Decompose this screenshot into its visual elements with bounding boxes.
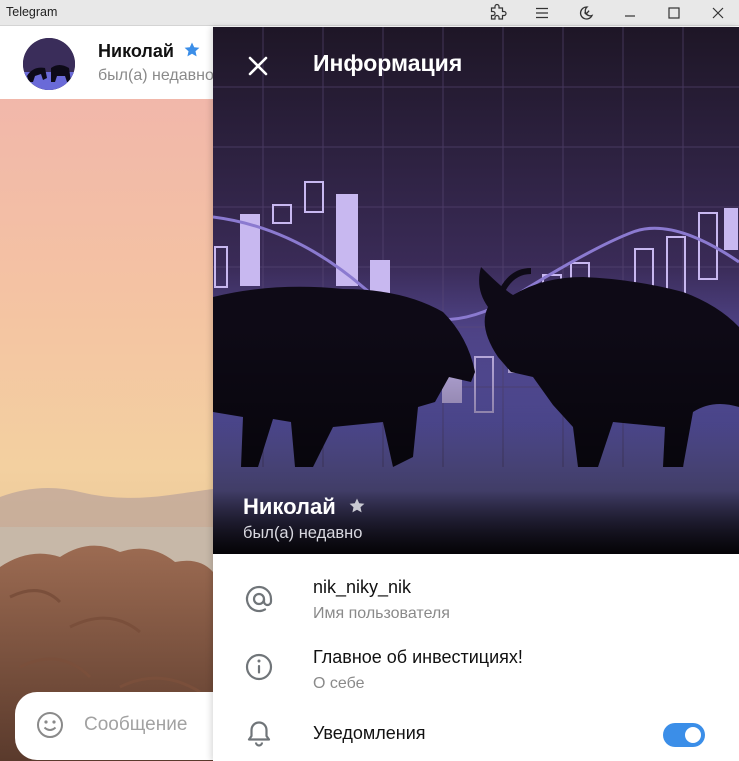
- message-input[interactable]: Сообщение: [84, 714, 187, 736]
- message-composer[interactable]: Сообщение: [15, 692, 213, 760]
- info-icon: [243, 651, 275, 683]
- notifications-label: Уведомления: [313, 723, 426, 743]
- close-window-icon[interactable]: [700, 0, 736, 26]
- username-value: nik_niky_nik: [313, 577, 412, 597]
- profile-cover: Информация Николай был(а) недавно: [213, 27, 739, 554]
- at-sign-icon: [243, 583, 275, 615]
- maximize-icon[interactable]: [656, 0, 692, 26]
- premium-star-icon: [183, 41, 201, 64]
- window-title: Telegram: [6, 5, 58, 19]
- username-row[interactable]: nik_niky_nik Имя пользователя: [213, 567, 739, 637]
- close-icon[interactable]: [243, 51, 273, 81]
- minimize-icon[interactable]: [612, 0, 648, 26]
- toggle-knob: [683, 725, 703, 745]
- chat-header[interactable]: Николай был(а) недавно: [0, 27, 213, 99]
- panel-title: Информация: [313, 50, 463, 76]
- window-titlebar: Telegram: [0, 0, 739, 26]
- chat-pane: Николай был(а) недавно Сообщение: [0, 27, 213, 761]
- chat-wallpaper: [0, 27, 213, 761]
- avatar[interactable]: [23, 38, 75, 90]
- bio-label: О себе: [313, 675, 365, 692]
- puzzle-icon[interactable]: [480, 0, 516, 26]
- menu-icon[interactable]: [524, 0, 560, 26]
- bio-row[interactable]: Главное об инвестициях! О себе: [213, 637, 739, 707]
- contact-status: был(а) недавно: [98, 67, 213, 84]
- bio-value: Главное об инвестициях!: [313, 647, 523, 667]
- premium-star-icon: [348, 495, 366, 521]
- emoji-icon[interactable]: [36, 711, 64, 744]
- notifications-toggle[interactable]: [663, 723, 705, 747]
- profile-name: Николай: [243, 494, 366, 521]
- contact-name: Николай: [98, 41, 201, 64]
- profile-cover-image: [213, 27, 739, 554]
- username-label: Имя пользователя: [313, 605, 450, 622]
- notifications-row[interactable]: Уведомления: [213, 707, 739, 761]
- info-panel: Информация Николай был(а) недавно nik_ni…: [213, 27, 739, 761]
- bell-icon: [243, 717, 275, 749]
- profile-status: был(а) недавно: [243, 524, 363, 542]
- night-mode-icon[interactable]: [568, 0, 604, 26]
